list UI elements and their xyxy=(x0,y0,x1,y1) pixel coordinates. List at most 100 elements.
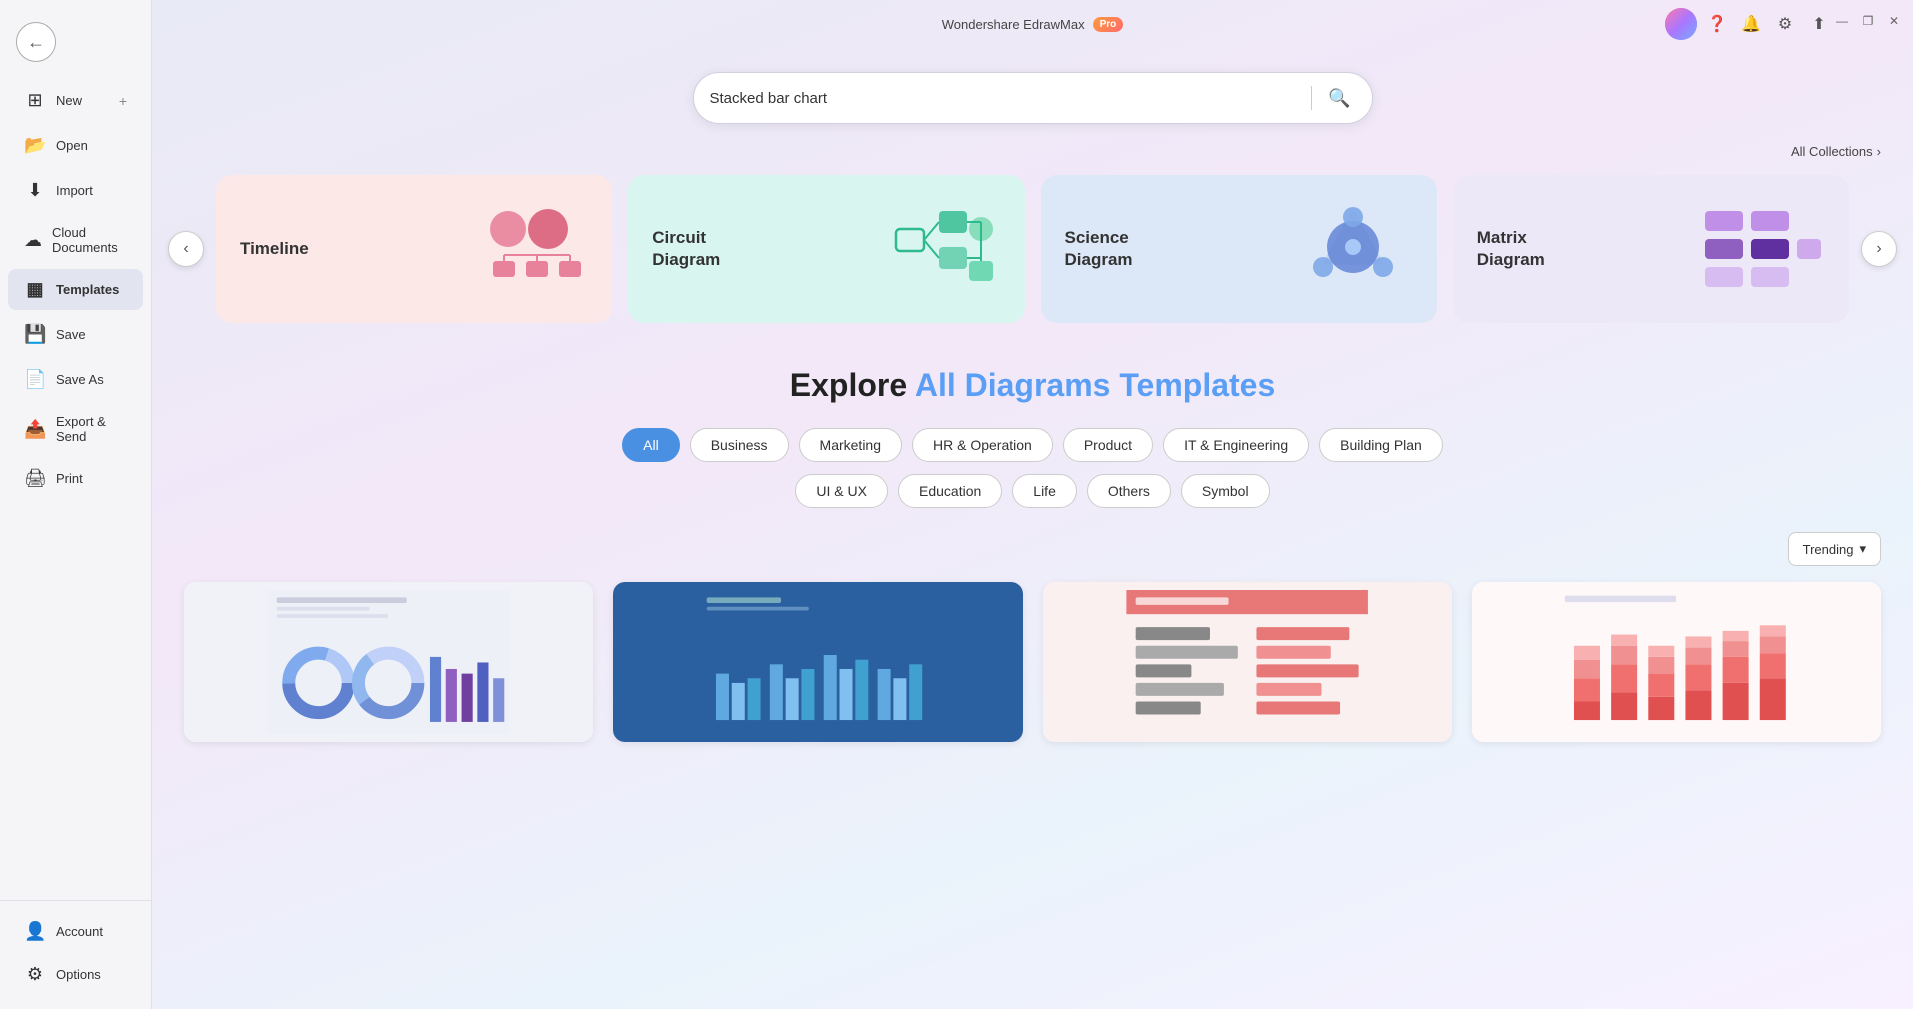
help-icon[interactable]: ❓ xyxy=(1703,10,1731,38)
user-avatar[interactable] xyxy=(1665,8,1697,40)
explore-section: Explore All Diagrams Templates All Busin… xyxy=(152,351,1913,742)
minimize-button[interactable]: — xyxy=(1831,10,1853,32)
share-icon[interactable]: ⬆ xyxy=(1805,10,1833,38)
template-card-1[interactable] xyxy=(184,582,593,742)
thumb-chart-3 xyxy=(1063,590,1431,734)
open-icon: 📂 xyxy=(24,135,46,156)
sidebar-item-import[interactable]: ⬇ Import xyxy=(8,170,143,211)
sort-row: Trending ▾ xyxy=(184,520,1881,582)
sidebar-label-account: Account xyxy=(56,924,103,939)
window-controls: — ❐ ✕ xyxy=(1831,10,1905,32)
sidebar-item-cloud[interactable]: ☁ Cloud Documents xyxy=(8,215,143,265)
filter-row-2: UI & UX Education Life Others Symbol xyxy=(184,474,1881,508)
carousel-card-title-science: Science Diagram xyxy=(1065,227,1185,271)
sidebar-item-open[interactable]: 📂 Open xyxy=(8,125,143,166)
app-title-area: Wondershare EdrawMax Pro xyxy=(942,17,1124,32)
sidebar-item-account[interactable]: 👤 Account xyxy=(8,911,143,952)
sidebar-item-export[interactable]: 📤 Export & Send xyxy=(8,404,143,454)
carousel-prev-button[interactable]: ‹ xyxy=(168,231,204,267)
filter-others[interactable]: Others xyxy=(1087,474,1171,508)
pro-badge: Pro xyxy=(1093,17,1124,32)
carousel-card-science[interactable]: Science Diagram xyxy=(1041,175,1437,323)
settings-icon[interactable]: ⚙ xyxy=(1771,10,1799,38)
carousel-card-title-circuit: Circuit Diagram xyxy=(652,227,772,271)
close-button[interactable]: ✕ xyxy=(1883,10,1905,32)
all-collections-link[interactable]: All Collections › xyxy=(1791,144,1881,159)
topbar-icons: ❓ 🔔 ⚙ ⬆ xyxy=(1665,8,1833,40)
notification-icon[interactable]: 🔔 xyxy=(1737,10,1765,38)
sidebar-back-area: ← xyxy=(0,12,151,78)
filter-product[interactable]: Product xyxy=(1063,428,1153,462)
sidebar-label-cloud: Cloud Documents xyxy=(52,225,127,255)
sort-arrow: ▾ xyxy=(1859,541,1866,557)
template-thumb-2 xyxy=(613,582,1022,742)
filter-hr[interactable]: HR & Operation xyxy=(912,428,1053,462)
options-icon: ⚙ xyxy=(24,964,46,985)
thumb-chart-1 xyxy=(204,590,572,734)
page-content: 🔍 All Collections › ‹ Timeline xyxy=(152,0,1913,782)
sidebar-item-print[interactable]: 🖨 Print xyxy=(8,458,143,499)
filter-education[interactable]: Education xyxy=(898,474,1002,508)
filter-building[interactable]: Building Plan xyxy=(1319,428,1443,462)
carousel: ‹ Timeline xyxy=(152,171,1913,351)
sidebar-item-templates[interactable]: ▦ Templates xyxy=(8,269,143,310)
export-icon: 📤 xyxy=(24,419,46,440)
sidebar-item-new[interactable]: ⊞ New + xyxy=(8,80,143,121)
new-icon: ⊞ xyxy=(24,90,46,111)
sidebar-label-save: Save xyxy=(56,327,86,342)
carousel-card-title-matrix: Matrix Diagram xyxy=(1477,227,1597,271)
search-box: 🔍 xyxy=(693,72,1373,124)
sidebar-item-options[interactable]: ⚙ Options xyxy=(8,954,143,995)
matrix-icon xyxy=(1695,199,1825,299)
sidebar-label-open: Open xyxy=(56,138,88,153)
template-thumb-3 xyxy=(1043,582,1452,742)
sidebar-label-export: Export & Send xyxy=(56,414,127,444)
collections-header: All Collections › xyxy=(152,144,1913,171)
filter-all[interactable]: All xyxy=(622,428,680,462)
search-divider xyxy=(1311,86,1312,110)
sidebar: ← ⊞ New + 📂 Open ⬇ Import ☁ Cloud Docume… xyxy=(0,0,152,1009)
sidebar-item-saveas[interactable]: 📄 Save As xyxy=(8,359,143,400)
sort-dropdown[interactable]: Trending ▾ xyxy=(1788,532,1881,566)
carousel-card-matrix[interactable]: Matrix Diagram xyxy=(1453,175,1849,323)
maximize-button[interactable]: ❐ xyxy=(1857,10,1879,32)
circuit-icon xyxy=(881,199,1001,299)
filter-life[interactable]: Life xyxy=(1012,474,1077,508)
filter-ui[interactable]: UI & UX xyxy=(795,474,888,508)
carousel-card-timeline[interactable]: Timeline xyxy=(216,175,612,323)
main-content: Wondershare EdrawMax Pro — ❐ ✕ ❓ 🔔 ⚙ ⬆ 🔍 xyxy=(152,0,1913,1009)
sidebar-label-new: New xyxy=(56,93,82,108)
back-button[interactable]: ← xyxy=(16,22,56,62)
thumb-chart-4 xyxy=(1492,590,1860,734)
carousel-items: Timeline Circuit Diagra xyxy=(204,171,1861,327)
search-button[interactable]: 🔍 xyxy=(1324,82,1356,114)
app-name: Wondershare EdrawMax xyxy=(942,17,1085,32)
templates-icon: ▦ xyxy=(24,279,46,300)
template-thumb-4 xyxy=(1472,582,1881,742)
filter-it[interactable]: IT & Engineering xyxy=(1163,428,1309,462)
new-plus-icon: + xyxy=(119,93,127,109)
explore-title-plain: Explore xyxy=(790,367,915,403)
explore-title-highlight: All Diagrams Templates xyxy=(915,367,1275,403)
carousel-card-title-timeline: Timeline xyxy=(240,238,309,260)
account-icon: 👤 xyxy=(24,921,46,942)
search-input[interactable] xyxy=(710,90,1299,107)
sidebar-label-saveas: Save As xyxy=(56,372,104,387)
sidebar-bottom: 👤 Account ⚙ Options xyxy=(0,900,151,997)
sidebar-label-templates: Templates xyxy=(56,282,119,297)
all-collections-label: All Collections xyxy=(1791,144,1873,159)
filter-business[interactable]: Business xyxy=(690,428,789,462)
filter-marketing[interactable]: Marketing xyxy=(799,428,902,462)
filter-symbol[interactable]: Symbol xyxy=(1181,474,1270,508)
template-card-2[interactable] xyxy=(613,582,1022,742)
template-card-3[interactable] xyxy=(1043,582,1452,742)
sort-label: Trending xyxy=(1803,542,1854,557)
sidebar-label-import: Import xyxy=(56,183,93,198)
carousel-next-button[interactable]: › xyxy=(1861,231,1897,267)
template-card-4[interactable] xyxy=(1472,582,1881,742)
sidebar-item-save[interactable]: 💾 Save xyxy=(8,314,143,355)
import-icon: ⬇ xyxy=(24,180,46,201)
timeline-icon xyxy=(468,199,588,299)
template-grid xyxy=(184,582,1881,742)
carousel-card-circuit[interactable]: Circuit Diagram xyxy=(628,175,1024,323)
